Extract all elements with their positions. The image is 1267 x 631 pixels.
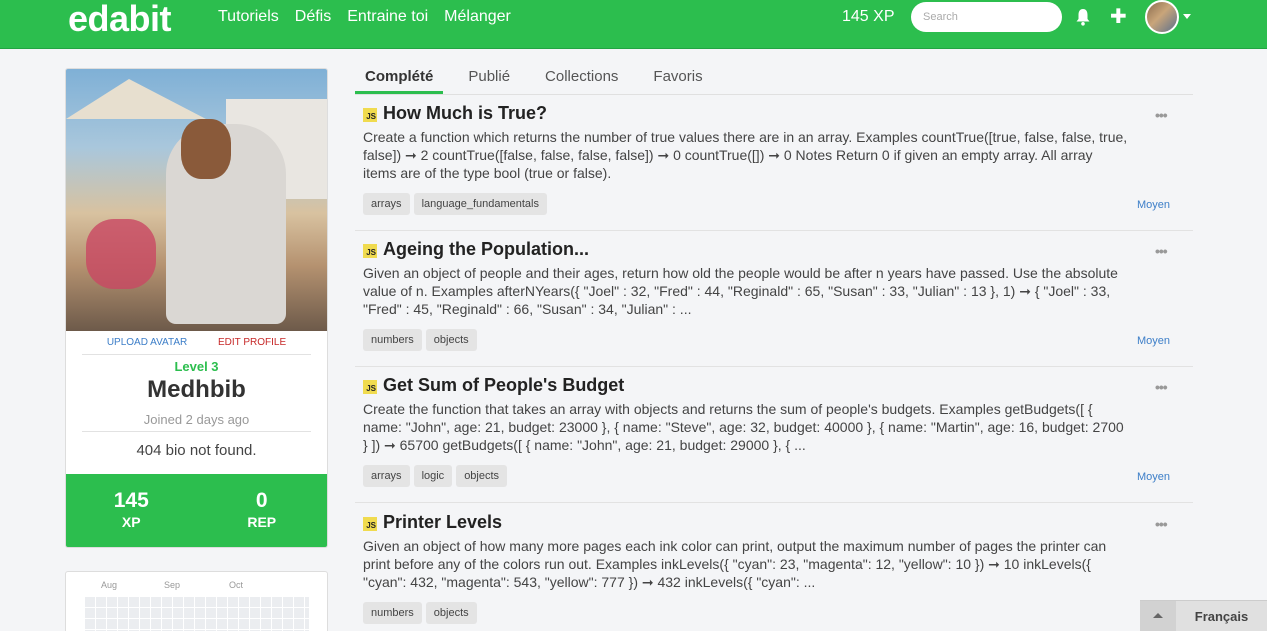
chevron-up-icon[interactable] <box>1140 601 1176 631</box>
photo-head <box>181 119 231 179</box>
profile-tabs: Complété Publié Collections Favoris <box>355 60 1193 95</box>
divider <box>82 431 311 432</box>
level-label: Level 3 <box>174 359 219 374</box>
javascript-icon: JS <box>363 108 377 122</box>
more-options-icon[interactable]: ••• <box>1155 516 1168 532</box>
tag[interactable]: numbers <box>363 602 422 624</box>
tag[interactable]: logic <box>413 465 453 487</box>
challenge-description: Given an object of how many more pages e… <box>363 538 1107 590</box>
divider <box>82 354 311 355</box>
challenge-title[interactable]: Get Sum of People's Budget <box>383 375 624 396</box>
nav-practice[interactable]: Entraine toi <box>347 8 428 26</box>
challenge-card[interactable]: JS Printer Levels ••• Given an object of… <box>355 504 1193 631</box>
tab-published[interactable]: Publié <box>458 60 520 94</box>
contribution-grid <box>84 596 309 631</box>
rep-value: 0 <box>255 489 268 512</box>
javascript-icon: JS <box>363 517 377 531</box>
xp-stat: 145 XP <box>66 474 197 547</box>
nav-tutorials[interactable]: Tutoriels <box>218 8 279 26</box>
challenge-description: Create the function that takes an array … <box>363 401 1124 453</box>
tab-favorites[interactable]: Favoris <box>643 60 712 94</box>
tag[interactable]: language_fundamentals <box>413 193 547 215</box>
challenge-description: Given an object of people and their ages… <box>363 265 1118 317</box>
username: Medhbib <box>147 376 246 403</box>
tag[interactable]: objects <box>425 329 477 351</box>
tag-list: numbers objects <box>363 329 477 351</box>
stats-bar: 145 XP 0 REP <box>66 474 328 547</box>
month-label: Sep <box>164 580 181 590</box>
bio: 404 bio not found. <box>136 442 257 459</box>
language-label[interactable]: Français <box>1176 601 1267 631</box>
tag[interactable]: objects <box>456 465 508 487</box>
challenge-description: Create a function which returns the numb… <box>363 129 1128 181</box>
xp-counter[interactable]: 145 XP <box>842 8 894 26</box>
challenge-card[interactable]: JS Ageing the Population... ••• Given an… <box>355 231 1193 367</box>
tab-completed[interactable]: Complété <box>355 60 444 94</box>
nav-challenges[interactable]: Défis <box>295 8 331 26</box>
tag-list: arrays logic objects <box>363 465 508 487</box>
top-navbar: edabit Tutoriels Défis Entraine toi Méla… <box>0 0 1267 49</box>
rep-stat: 0 REP <box>197 474 328 547</box>
tag[interactable]: objects <box>425 602 477 624</box>
tab-collections[interactable]: Collections <box>535 60 628 94</box>
tag[interactable]: numbers <box>363 329 422 351</box>
activity-calendar: Aug Sep Oct <box>65 571 328 631</box>
search-input[interactable] <box>911 2 1062 32</box>
challenge-title[interactable]: Ageing the Population... <box>383 239 589 260</box>
javascript-icon: JS <box>363 380 377 394</box>
user-avatar[interactable] <box>1145 0 1179 34</box>
challenge-title[interactable]: Printer Levels <box>383 512 502 533</box>
edit-profile-link[interactable]: EDIT PROFILE <box>218 337 286 348</box>
language-selector[interactable]: Français <box>1140 600 1267 631</box>
chevron-down-icon[interactable] <box>1183 14 1191 19</box>
nav-shuffle[interactable]: Mélanger <box>444 8 511 26</box>
difficulty-label: Moyen <box>1137 199 1171 211</box>
tag[interactable]: arrays <box>363 465 410 487</box>
more-options-icon[interactable]: ••• <box>1155 107 1168 123</box>
tag-list: numbers objects <box>363 602 477 624</box>
challenge-card[interactable]: JS Get Sum of People's Budget ••• Create… <box>355 367 1193 503</box>
month-label: Aug <box>101 580 118 590</box>
difficulty-label: Moyen <box>1137 335 1171 347</box>
tag[interactable]: arrays <box>363 193 410 215</box>
bell-icon[interactable] <box>1075 8 1091 26</box>
challenge-title[interactable]: How Much is True? <box>383 103 547 124</box>
photo-umbrella <box>66 79 206 119</box>
challenge-card[interactable]: JS How Much is True? ••• Create a functi… <box>355 95 1193 231</box>
logo[interactable]: edabit <box>68 0 172 40</box>
rep-label: REP <box>247 514 277 530</box>
photo-flowers <box>86 219 156 289</box>
profile-card: UPLOAD AVATAR EDIT PROFILE Level 3 Medhb… <box>65 68 328 548</box>
tag-list: arrays language_fundamentals <box>363 193 547 215</box>
xp-value: 145 <box>113 489 149 512</box>
main-nav: Tutoriels Défis Entraine toi Mélanger <box>218 8 511 26</box>
profile-links: UPLOAD AVATAR EDIT PROFILE <box>66 337 327 348</box>
month-label: Oct <box>229 580 244 590</box>
javascript-icon: JS <box>363 244 377 258</box>
joined-date: Joined 2 days ago <box>143 412 250 427</box>
profile-photo <box>66 69 327 331</box>
upload-avatar-link[interactable]: UPLOAD AVATAR <box>107 337 187 348</box>
more-options-icon[interactable]: ••• <box>1155 243 1168 259</box>
xp-label: XP <box>121 514 141 530</box>
more-options-icon[interactable]: ••• <box>1155 379 1168 395</box>
difficulty-label: Moyen <box>1137 471 1171 483</box>
plus-icon[interactable]: ✚ <box>1110 7 1127 27</box>
